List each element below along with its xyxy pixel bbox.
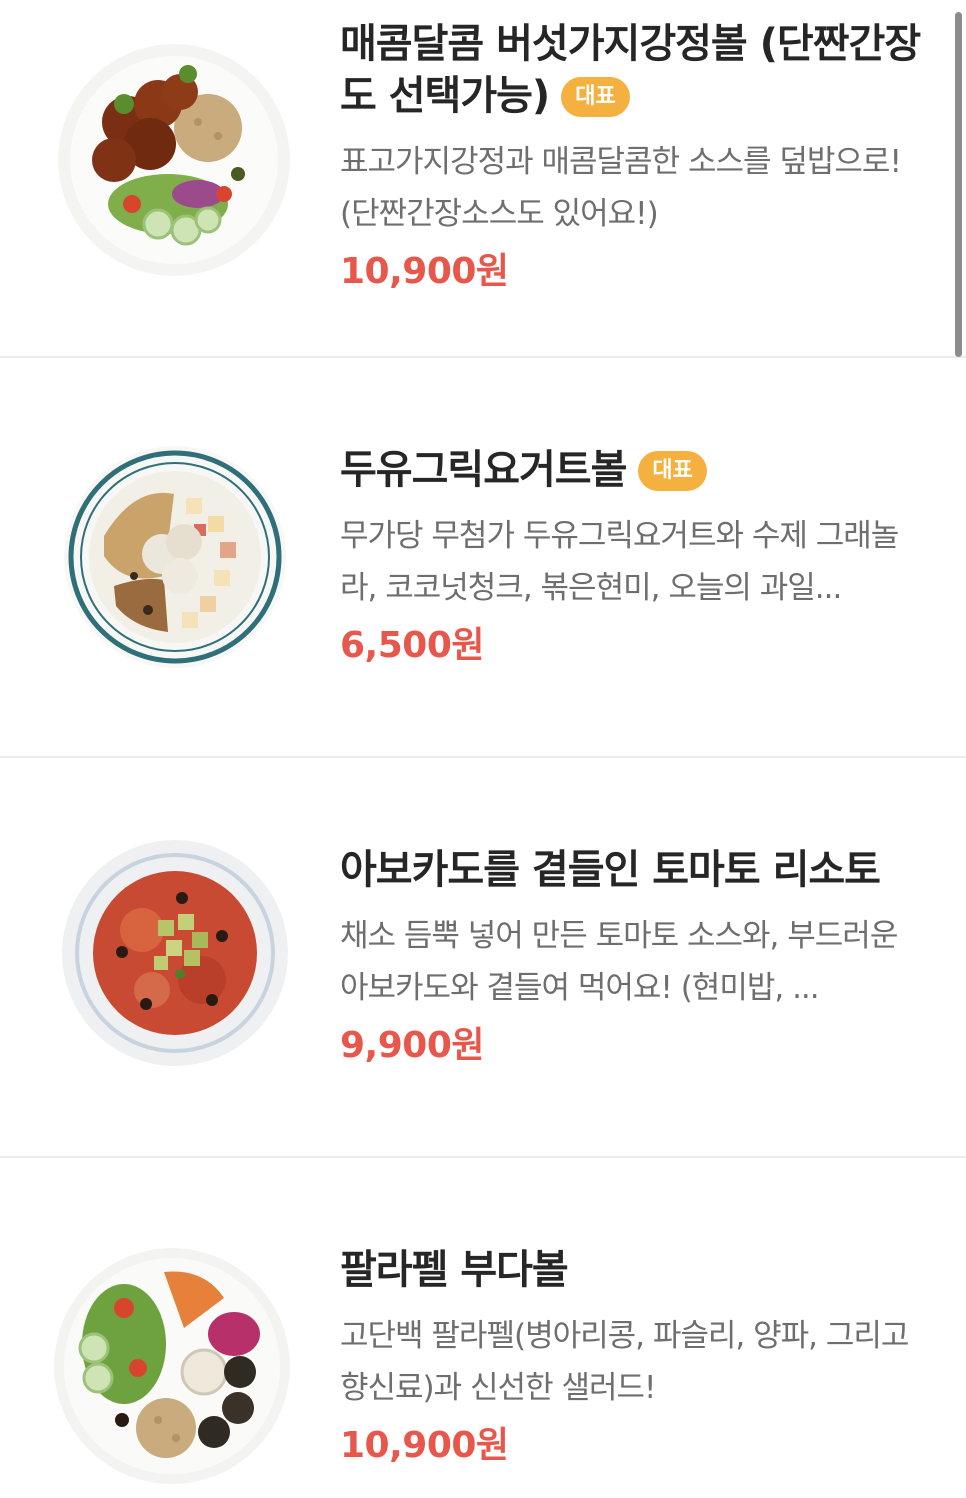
menu-item-price: 10,900원 (340, 251, 509, 292)
menu-item-spicy-mushroom-bowl[interactable]: 매콤달콤 버섯가지강정볼 (단짠간장도 선택가능) 대표 표고가지강정과 매콤달콤… (0, 0, 966, 358)
menu-item-soy-greek-yogurt-bowl[interactable]: 두유그릭요거트볼 대표 무가당 무첨가 두유그릭요거트와 수제 그래놀라, 코코넛… (0, 358, 966, 758)
representative-badge: 대표 (638, 451, 707, 491)
menu-item-title: 팔라펠 부다볼 (340, 1244, 925, 1296)
menu-item-price: 10,900원 (340, 1425, 509, 1466)
menu-item-description: 표고가지강정과 매콤달콤한 소스를 덮밥으로! (단짠간장소스도 있어요!) (340, 144, 902, 232)
menu-item-price: 9,900원 (340, 1025, 485, 1066)
spicy-mushroom-eggplant-bowl-image (58, 44, 290, 276)
menu-item-description: 고단백 팔라펠(병아리콩, 파슬리, 양파, 그리고 향신료)과 신선한 샐러드… (340, 1318, 909, 1406)
menu-item-title-text: 두유그릭요거트볼 (340, 447, 627, 493)
vertical-scrollbar[interactable] (955, 12, 962, 357)
falafel-buddha-bowl-image (54, 1248, 290, 1484)
menu-list: 매콤달콤 버섯가지강정볼 (단짠간장도 선택가능) 대표 표고가지강정과 매콤달콤… (0, 0, 966, 1498)
menu-item-avocado-tomato-risotto[interactable]: 아보카도를 곁들인 토마토 리소토 채소 듬뿍 넣어 만든 토마토 소스와, 부… (0, 758, 966, 1158)
menu-item-description: 채소 듬뿍 넣어 만든 토마토 소스와, 부드러운 아보카도와 곁들여 먹어요!… (340, 918, 898, 1006)
soy-greek-yogurt-bowl-image (64, 446, 286, 668)
menu-item-title: 두유그릭요거트볼 대표 (340, 444, 925, 496)
menu-item-title-text: 매콤달콤 버섯가지강정볼 (단짠간장도 선택가능) (340, 21, 921, 119)
menu-item-title: 아보카도를 곁들인 토마토 리소토 (340, 844, 925, 896)
menu-item-title: 매콤달콤 버섯가지강정볼 (단짠간장도 선택가능) 대표 (340, 18, 925, 122)
representative-badge: 대표 (561, 77, 630, 117)
menu-item-falafel-buddha-bowl[interactable]: 팔라펠 부다볼 고단백 팔라펠(병아리콩, 파슬리, 양파, 그리고 향신료)과… (0, 1158, 966, 1498)
menu-item-title-text: 아보카도를 곁들인 토마토 리소토 (340, 847, 881, 893)
menu-item-title-text: 팔라펠 부다볼 (340, 1247, 569, 1293)
menu-item-price: 6,500원 (340, 625, 485, 666)
avocado-tomato-risotto-image (62, 840, 288, 1066)
menu-item-description: 무가당 무첨가 두유그릭요거트와 수제 그래놀라, 코코넛청크, 볶은현미, 오… (340, 518, 899, 606)
